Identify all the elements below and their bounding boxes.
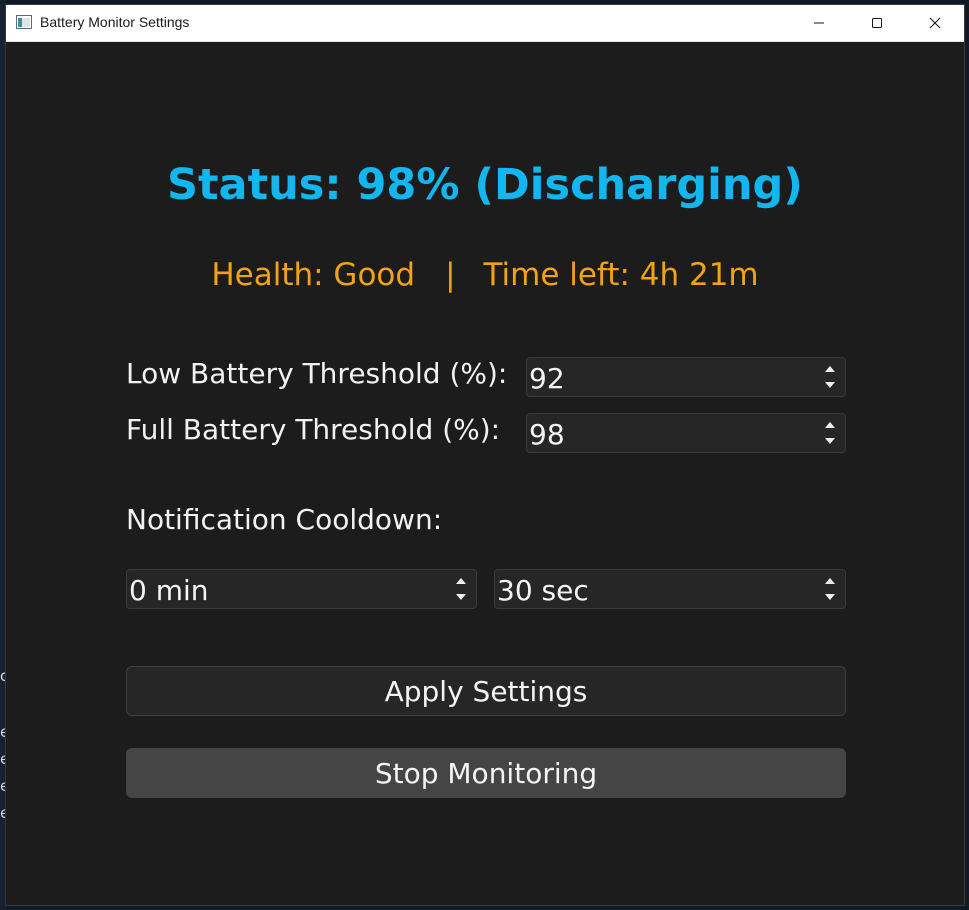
increment-button[interactable] <box>819 361 841 377</box>
chevron-down-icon <box>825 438 835 444</box>
chevron-up-icon <box>456 578 466 584</box>
stop-monitoring-button[interactable]: Stop Monitoring <box>126 748 846 798</box>
chevron-up-icon <box>825 366 835 372</box>
cooldown-label: Notification Cooldown: <box>126 503 443 536</box>
spinbox-arrows <box>819 573 841 605</box>
maximize-icon <box>872 18 882 28</box>
full-threshold-label: Full Battery Threshold (%): <box>126 413 501 446</box>
time-left-label: Time left: 4h 21m <box>483 257 759 293</box>
minimize-icon <box>814 22 824 24</box>
chevron-down-icon <box>825 382 835 388</box>
battery-status-label: Status: 98% (Discharging) <box>167 160 803 210</box>
low-threshold-value[interactable]: 92 <box>529 361 565 397</box>
chevron-down-icon <box>825 594 835 600</box>
maximize-button[interactable] <box>848 5 906 41</box>
app-window-icon <box>16 15 32 29</box>
close-button[interactable] <box>906 5 964 41</box>
decrement-button[interactable] <box>819 589 841 605</box>
increment-button[interactable] <box>819 417 841 433</box>
spinbox-arrows <box>819 417 841 449</box>
window-title: Battery Monitor Settings <box>40 14 190 30</box>
cooldown-minutes-spinbox[interactable]: 0 min <box>126 569 477 609</box>
info-separator: | <box>445 257 456 293</box>
cooldown-minutes-value[interactable]: 0 min <box>129 573 209 609</box>
chevron-down-icon <box>456 594 466 600</box>
decrement-button[interactable] <box>819 433 841 449</box>
decrement-button[interactable] <box>819 377 841 393</box>
spinbox-arrows <box>450 573 472 605</box>
health-label: Health: Good <box>211 257 416 293</box>
decrement-button[interactable] <box>450 589 472 605</box>
chevron-up-icon <box>825 578 835 584</box>
low-threshold-spinbox[interactable]: 92 <box>526 357 846 397</box>
spinbox-arrows <box>819 361 841 393</box>
health-time-row: Health: Good | Time left: 4h 21m <box>6 257 964 293</box>
title-bar[interactable]: Battery Monitor Settings <box>6 5 964 42</box>
cooldown-seconds-spinbox[interactable]: 30 sec <box>494 569 846 609</box>
full-threshold-value[interactable]: 98 <box>529 417 565 453</box>
increment-button[interactable] <box>450 573 472 589</box>
full-threshold-spinbox[interactable]: 98 <box>526 413 846 453</box>
chevron-up-icon <box>825 422 835 428</box>
cooldown-seconds-value[interactable]: 30 sec <box>497 573 589 609</box>
minimize-button[interactable] <box>790 5 848 41</box>
increment-button[interactable] <box>819 573 841 589</box>
apply-settings-button[interactable]: Apply Settings <box>126 666 846 716</box>
low-threshold-label: Low Battery Threshold (%): <box>126 357 508 390</box>
close-icon <box>929 17 941 29</box>
app-window: Battery Monitor Settings Status: 98% (Di… <box>5 4 965 906</box>
